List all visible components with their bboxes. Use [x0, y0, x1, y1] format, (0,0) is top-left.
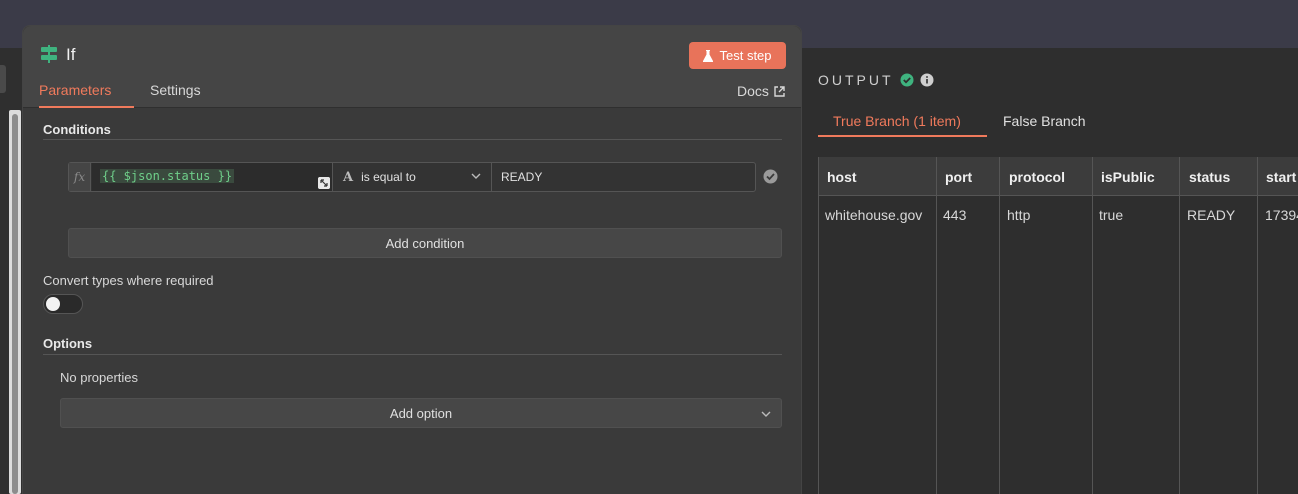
- node-parameters-panel: If Test step Parameters Settings Docs Co…: [22, 25, 802, 494]
- external-link-icon: [774, 85, 785, 97]
- options-divider: [43, 354, 782, 355]
- column-divider: [999, 157, 1000, 494]
- table-cell: READY: [1187, 207, 1236, 223]
- table-cell: 443: [943, 207, 967, 223]
- column-divider: [1092, 157, 1093, 494]
- add-condition-button[interactable]: Add condition: [68, 228, 782, 258]
- column-header-ispublic[interactable]: isPublic: [1101, 169, 1155, 185]
- collapsed-panel-tab[interactable]: [0, 65, 6, 93]
- node-title: If: [66, 45, 76, 64]
- column-header-host[interactable]: host: [827, 169, 857, 185]
- toggle-knob: [46, 297, 60, 311]
- column-header-start[interactable]: start: [1266, 169, 1296, 185]
- if-node-icon: [41, 45, 57, 63]
- operator-select[interactable]: A is equal to: [334, 163, 492, 191]
- flask-icon: [703, 49, 714, 62]
- tab-true-branch[interactable]: True Branch (1 item): [833, 113, 961, 129]
- chevron-down-icon: [471, 173, 481, 179]
- column-divider: [936, 157, 937, 494]
- column-divider: [1257, 157, 1258, 494]
- docs-label: Docs: [737, 83, 769, 99]
- expand-editor-icon[interactable]: [318, 177, 330, 189]
- table-cell: true: [1099, 207, 1124, 223]
- condition-row: fx {{ $json.status }} A is equal to READ…: [68, 162, 756, 192]
- table-cell: whitehouse.gov: [825, 207, 923, 223]
- panel-header: If Test step Parameters Settings Docs: [23, 26, 801, 108]
- info-icon[interactable]: [920, 73, 934, 87]
- tab-false-branch[interactable]: False Branch: [1003, 113, 1085, 129]
- fx-icon: fx: [69, 163, 91, 191]
- left-value-expression: {{ $json.status }}: [100, 169, 235, 183]
- active-tab-indicator: [818, 135, 987, 137]
- right-value-input[interactable]: READY: [493, 163, 756, 191]
- column-divider: [1179, 157, 1180, 494]
- string-type-icon: A: [343, 169, 354, 185]
- conditions-divider: [43, 139, 782, 140]
- conditions-label: Conditions: [43, 122, 111, 137]
- tab-settings[interactable]: Settings: [150, 82, 201, 106]
- test-step-label: Test step: [719, 48, 772, 63]
- convert-types-toggle[interactable]: [43, 294, 83, 314]
- test-step-button[interactable]: Test step: [689, 42, 786, 69]
- parameter-tabs: Parameters Settings: [23, 82, 801, 108]
- convert-types-label: Convert types where required: [43, 273, 214, 288]
- success-check-icon: [900, 73, 914, 87]
- column-header-port[interactable]: port: [945, 169, 972, 185]
- tab-parameters[interactable]: Parameters: [39, 82, 134, 108]
- output-header: OUTPUT: [818, 72, 934, 88]
- chevron-down-icon: [761, 411, 771, 417]
- operator-value: is equal to: [361, 170, 416, 184]
- add-option-button[interactable]: Add option: [60, 398, 782, 428]
- check-circle-icon: [763, 169, 778, 184]
- column-header-protocol[interactable]: protocol: [1009, 169, 1065, 185]
- canvas-edge: [0, 48, 22, 494]
- no-properties-text: No properties: [60, 370, 139, 385]
- options-label: Options: [43, 336, 93, 351]
- add-option-label: Add option: [389, 405, 453, 421]
- left-value-input[interactable]: {{ $json.status }}: [92, 163, 333, 191]
- output-table: host port protocol isPublic status start…: [818, 157, 1298, 494]
- column-header-status[interactable]: status: [1189, 169, 1230, 185]
- docs-link[interactable]: Docs: [737, 83, 785, 99]
- scrollbar-thumb[interactable]: [12, 114, 18, 494]
- output-title: OUTPUT: [818, 72, 894, 88]
- table-cell: http: [1007, 207, 1031, 223]
- table-cell: 17394: [1265, 207, 1298, 223]
